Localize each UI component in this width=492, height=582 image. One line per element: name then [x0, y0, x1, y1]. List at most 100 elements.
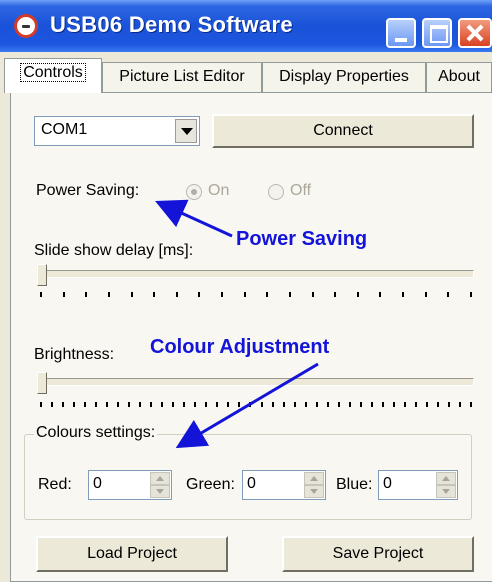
slider-tick — [128, 402, 130, 407]
slider-tick — [357, 292, 359, 297]
colour-adjustment-annotation: Colour Adjustment — [150, 336, 330, 358]
power-saving-off-label: Off — [290, 182, 312, 199]
green-spinner[interactable]: 0 — [242, 470, 326, 500]
slider-tick — [106, 402, 108, 407]
blue-value: 0 — [383, 475, 392, 492]
brightness-slider-thumb[interactable] — [37, 372, 47, 394]
slider-tick — [283, 402, 285, 407]
app-window: USB06 Demo Software Controls Picture Lis… — [0, 0, 492, 582]
tab-about[interactable]: About — [426, 62, 492, 92]
slider-tick — [448, 402, 450, 407]
app-logo-icon — [14, 14, 38, 38]
tab-strip: Controls Picture List Editor Display Pro… — [0, 56, 492, 93]
slider-tick — [238, 402, 240, 407]
slider-tick — [95, 402, 97, 407]
slider-tick — [425, 292, 427, 297]
slider-tick — [327, 402, 329, 407]
slider-tick — [459, 402, 461, 407]
slide-delay-slider-track[interactable] — [38, 270, 474, 278]
slider-tick — [227, 402, 229, 407]
slider-tick — [40, 292, 42, 297]
slider-tick — [205, 402, 207, 407]
slider-tick — [216, 402, 218, 407]
close-button[interactable] — [458, 18, 492, 48]
blue-down-arrow-icon[interactable] — [436, 485, 456, 498]
power-saving-on-radio[interactable] — [186, 184, 202, 200]
slider-tick — [249, 402, 251, 407]
slider-tick — [85, 292, 87, 297]
brightness-label: Brightness: — [34, 346, 115, 363]
slider-tick — [470, 292, 472, 297]
slide-delay-slider-thumb[interactable] — [37, 264, 47, 286]
slider-tick — [198, 292, 200, 297]
title-bar[interactable]: USB06 Demo Software — [0, 0, 492, 52]
power-saving-off-radio[interactable] — [268, 184, 284, 200]
slider-tick — [437, 402, 439, 407]
tab-picture-list-editor[interactable]: Picture List Editor — [102, 62, 262, 92]
maximize-button[interactable] — [422, 18, 452, 48]
slider-tick — [266, 292, 268, 297]
com-port-value: COM1 — [41, 121, 88, 138]
load-project-button[interactable]: Load Project — [36, 536, 228, 572]
chevron-down-icon[interactable] — [175, 119, 197, 143]
slider-tick — [312, 292, 314, 297]
red-down-arrow-icon[interactable] — [150, 485, 170, 498]
window-title: USB06 Demo Software — [50, 12, 293, 37]
slider-tick — [84, 402, 86, 407]
slider-tick — [172, 402, 174, 407]
minimize-button[interactable] — [386, 18, 416, 48]
tab-controls[interactable]: Controls — [4, 58, 102, 93]
slider-tick — [426, 402, 428, 407]
slider-tick — [294, 402, 296, 407]
slider-tick — [360, 402, 362, 407]
slider-tick — [150, 402, 152, 407]
power-saving-annotation: Power Saving — [236, 228, 368, 250]
slider-tick — [51, 402, 53, 407]
connect-button[interactable]: Connect — [212, 114, 474, 148]
slider-tick — [40, 402, 42, 407]
com-port-select[interactable]: COM1 — [34, 116, 200, 146]
slider-tick — [117, 402, 119, 407]
brightness-slider-track[interactable] — [38, 378, 474, 386]
brightness-ticks — [40, 402, 472, 408]
slider-tick — [272, 402, 274, 407]
slide-delay-ticks — [40, 292, 472, 298]
colours-settings-title: Colours settings: — [34, 424, 158, 442]
slider-tick — [161, 402, 163, 407]
slider-tick — [382, 402, 384, 407]
slider-tick — [289, 292, 291, 297]
power-saving-on-label: On — [208, 182, 230, 199]
slider-tick — [415, 402, 417, 407]
slider-tick — [447, 292, 449, 297]
slider-tick — [108, 292, 110, 297]
slider-tick — [131, 292, 133, 297]
slider-tick — [316, 402, 318, 407]
blue-spinner[interactable]: 0 — [378, 470, 458, 500]
save-project-button[interactable]: Save Project — [282, 536, 474, 572]
slider-tick — [349, 402, 351, 407]
slider-tick — [261, 402, 263, 407]
red-label: Red: — [38, 476, 72, 493]
red-spinner[interactable]: 0 — [88, 470, 172, 500]
slider-tick — [305, 402, 307, 407]
slider-tick — [334, 292, 336, 297]
slider-tick — [470, 402, 472, 407]
slider-tick — [63, 292, 65, 297]
slider-tick — [379, 292, 381, 297]
blue-label: Blue: — [336, 476, 373, 493]
green-up-arrow-icon[interactable] — [304, 472, 324, 485]
slider-tick — [73, 402, 75, 407]
slider-tick — [176, 292, 178, 297]
green-label: Green: — [186, 476, 235, 493]
slider-tick — [221, 292, 223, 297]
slider-tick — [244, 292, 246, 297]
slider-tick — [62, 402, 64, 407]
green-down-arrow-icon[interactable] — [304, 485, 324, 498]
tab-display-properties[interactable]: Display Properties — [262, 62, 426, 92]
blue-up-arrow-icon[interactable] — [436, 472, 456, 485]
slider-tick — [371, 402, 373, 407]
slider-tick — [402, 292, 404, 297]
slider-tick — [393, 402, 395, 407]
red-up-arrow-icon[interactable] — [150, 472, 170, 485]
slider-tick — [183, 402, 185, 407]
